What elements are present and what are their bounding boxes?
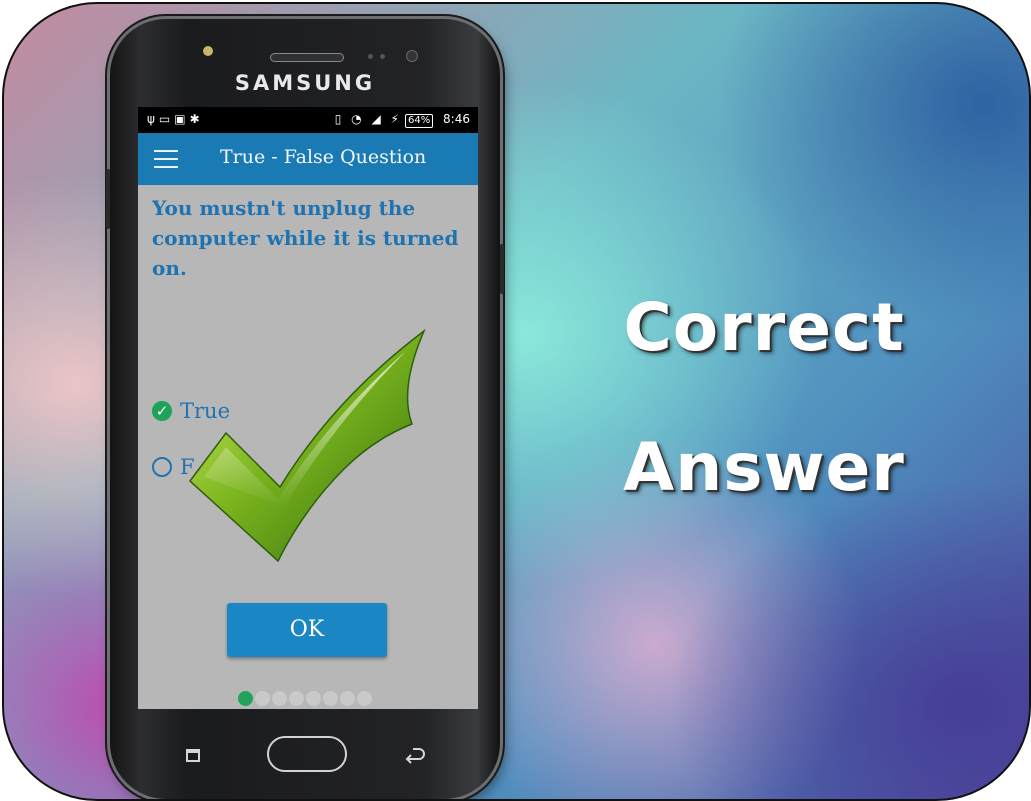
page-dot <box>357 691 372 706</box>
sensor-dot <box>368 54 373 59</box>
notification-icons: ψ▭▣✱ <box>147 112 204 126</box>
signal-icon: ◢ <box>371 112 381 126</box>
clock: 8:46 <box>443 112 470 126</box>
power-key <box>500 244 504 294</box>
proximity-sensor <box>203 46 213 56</box>
promo-card: Correct Answer SAMSUNG ψ▭▣✱ ▯ ◔ ◢ ⚡ 64% 8… <box>2 2 1031 801</box>
battery-icon: ⚡ 64% <box>391 112 434 128</box>
green-checkmark-icon <box>188 329 426 563</box>
check-circle-icon: ✓ <box>152 400 172 421</box>
page-dot <box>255 691 270 706</box>
page-dot <box>306 691 321 706</box>
wifi-icon: ◔ <box>351 112 362 126</box>
back-icon[interactable] <box>404 746 426 764</box>
headline-answer: Answer <box>623 429 905 506</box>
home-button[interactable] <box>267 736 347 772</box>
vibrate-icon: ▯ <box>334 112 342 126</box>
recent-apps-icon[interactable] <box>186 749 200 762</box>
battery-percent: 64% <box>404 114 434 128</box>
brand-logo: SAMSUNG <box>234 71 376 95</box>
page-dot-active <box>238 691 253 706</box>
headline-correct: Correct <box>623 289 905 366</box>
app-title: True - False Question <box>220 146 427 168</box>
page-dot <box>340 691 355 706</box>
question-text: You mustn't unplug the computer while it… <box>152 196 459 280</box>
hardware-nav-bar <box>110 719 500 789</box>
hamburger-menu-icon[interactable] <box>154 150 178 168</box>
app-bar: True - False Question <box>138 133 478 185</box>
page-dot <box>289 691 304 706</box>
volume-key <box>106 169 110 229</box>
radio-empty-icon <box>152 456 172 477</box>
image-icon: ▣ <box>174 112 190 126</box>
front-camera <box>406 50 418 62</box>
android-debug-icon: ✱ <box>189 112 204 126</box>
ok-button[interactable]: OK <box>227 603 387 657</box>
usb-icon: ψ <box>147 112 159 126</box>
sim-icon: ▭ <box>158 112 175 126</box>
status-bar: ψ▭▣✱ ▯ ◔ ◢ ⚡ 64% 8:46 <box>138 107 478 133</box>
sensor-dot <box>380 54 385 59</box>
page-dot <box>323 691 338 706</box>
page-dot <box>272 691 287 706</box>
earpiece-speaker <box>270 53 344 62</box>
system-icons: ▯ ◔ ◢ ⚡ 64% 8:46 <box>329 112 470 128</box>
